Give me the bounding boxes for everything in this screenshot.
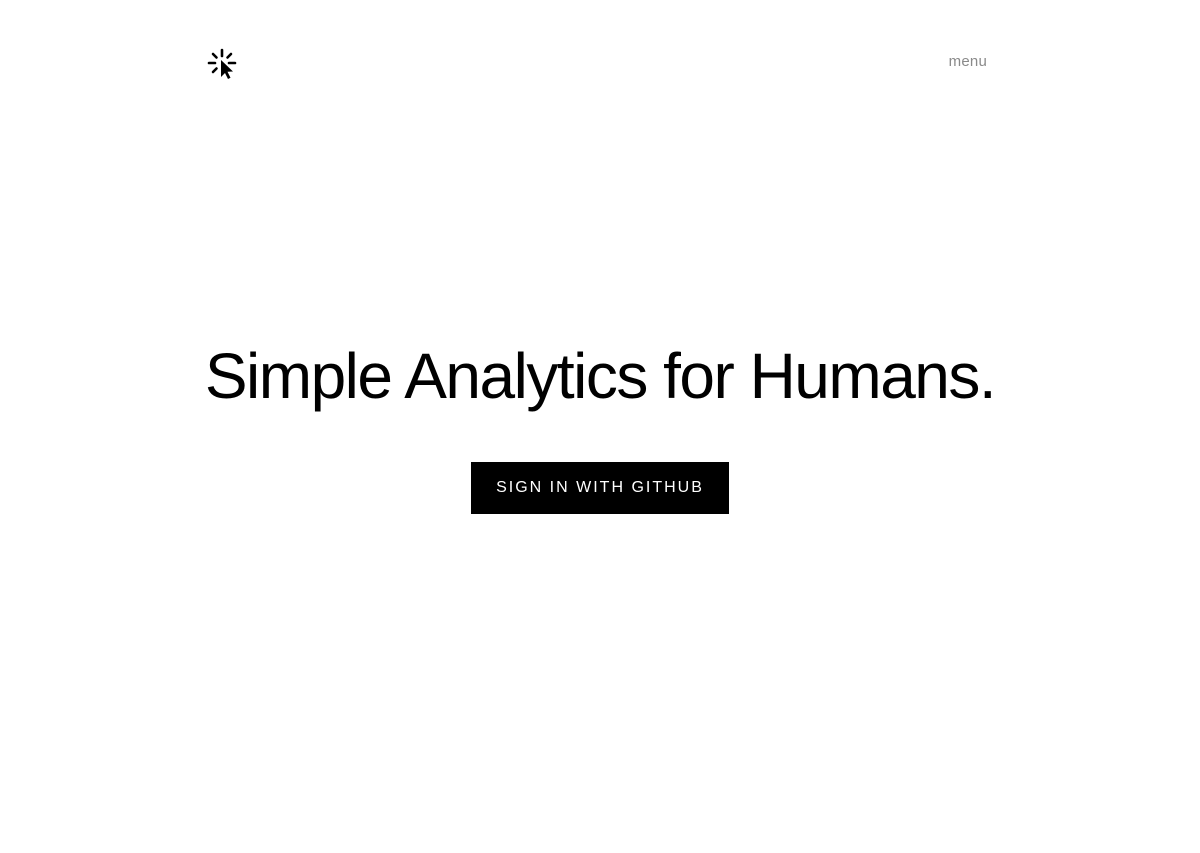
sign-in-github-button[interactable]: SIGN IN WITH GITHUB <box>471 462 729 514</box>
cursor-click-icon <box>206 47 240 81</box>
page: menu Simple Analytics for Humans. SIGN I… <box>0 0 1200 853</box>
menu-link[interactable]: menu <box>949 53 987 70</box>
hero: Simple Analytics for Humans. <box>0 336 1200 416</box>
hero-title: Simple Analytics for Humans. <box>204 340 997 412</box>
logo-link[interactable] <box>206 47 240 81</box>
